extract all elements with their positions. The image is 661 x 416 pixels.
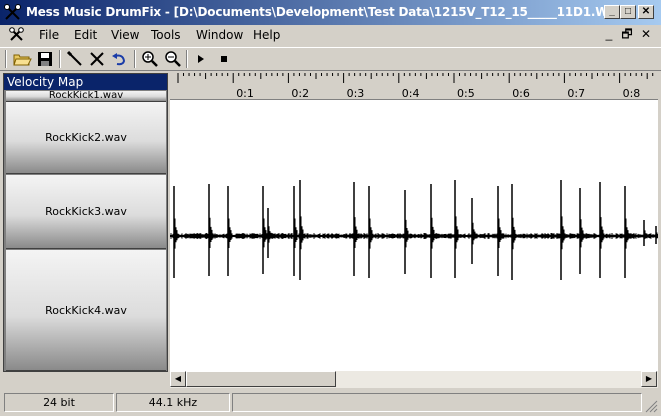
ruler-label: 0:5 [457, 87, 475, 100]
ruler-label: 0:1 [236, 87, 254, 100]
menu-tools[interactable]: Tools [151, 28, 181, 42]
menu-window[interactable]: Window [196, 28, 243, 42]
velocity-map-header: Velocity Map [4, 74, 167, 90]
sample-rockkick3[interactable]: RockKick3.wav [6, 175, 166, 249]
drumfix-app-icon[interactable] [4, 4, 22, 22]
status-empty-panel [232, 393, 642, 412]
toolbar-grip [5, 50, 7, 68]
toolbar-separator [186, 50, 188, 68]
ruler-label: 0:6 [512, 87, 530, 100]
sample-rockkick1[interactable]: RockKick1.wav [6, 91, 166, 102]
resize-grip-icon[interactable] [644, 399, 658, 413]
window-title: Mess Music DrumFix - [D:\Documents\Devel… [26, 5, 631, 19]
mdi-restore-button[interactable]: 🗗 [619, 27, 635, 41]
mdi-minimize-button[interactable]: _ [601, 27, 617, 41]
status-bit-depth: 24 bit [4, 393, 114, 412]
document-icon[interactable] [8, 27, 30, 43]
minimize-button[interactable]: _ [604, 5, 620, 19]
open-icon[interactable] [12, 50, 32, 68]
ruler-label: 0:7 [567, 87, 585, 100]
waveform-plot [170, 180, 658, 280]
delete-icon[interactable] [87, 50, 107, 68]
sample-rockkick4[interactable]: RockKick4.wav [6, 250, 166, 371]
save-icon[interactable] [35, 50, 55, 68]
close-button[interactable]: ✕ [638, 5, 654, 19]
toolbar-separator [59, 50, 61, 68]
menu-file[interactable]: File [39, 28, 59, 42]
scroll-thumb[interactable] [186, 371, 336, 387]
ruler-label: 0:2 [291, 87, 309, 100]
mdi-close-button[interactable]: ✕ [638, 27, 654, 41]
toolbar-separator [134, 50, 136, 68]
play-icon[interactable] [191, 50, 211, 68]
ruler-label: 0:4 [402, 87, 420, 100]
menu-edit[interactable]: Edit [74, 28, 97, 42]
zoom-in-icon[interactable] [140, 50, 160, 68]
maximize-button[interactable]: □ [620, 5, 636, 19]
undo-icon[interactable] [109, 50, 129, 68]
menu-help[interactable]: Help [253, 28, 280, 42]
pencil-icon[interactable] [65, 50, 85, 68]
zoom-out-icon[interactable] [163, 50, 183, 68]
menu-bar [0, 25, 661, 46]
menu-view[interactable]: View [111, 28, 139, 42]
ruler-label: 0:3 [347, 87, 365, 100]
scroll-left-button[interactable]: ◀ [170, 371, 186, 387]
scroll-right-button[interactable]: ▶ [641, 371, 657, 387]
ruler-label: 0:8 [623, 87, 641, 100]
status-sample-rate: 44.1 kHz [116, 393, 230, 412]
stop-icon[interactable] [214, 50, 234, 68]
sample-rockkick2[interactable]: RockKick2.wav [6, 102, 166, 174]
time-ruler-ticks: 0:1 0:2 0:3 0:4 0:5 0:6 0:7 0:8 [177, 73, 654, 100]
waveform-noise [170, 233, 658, 239]
